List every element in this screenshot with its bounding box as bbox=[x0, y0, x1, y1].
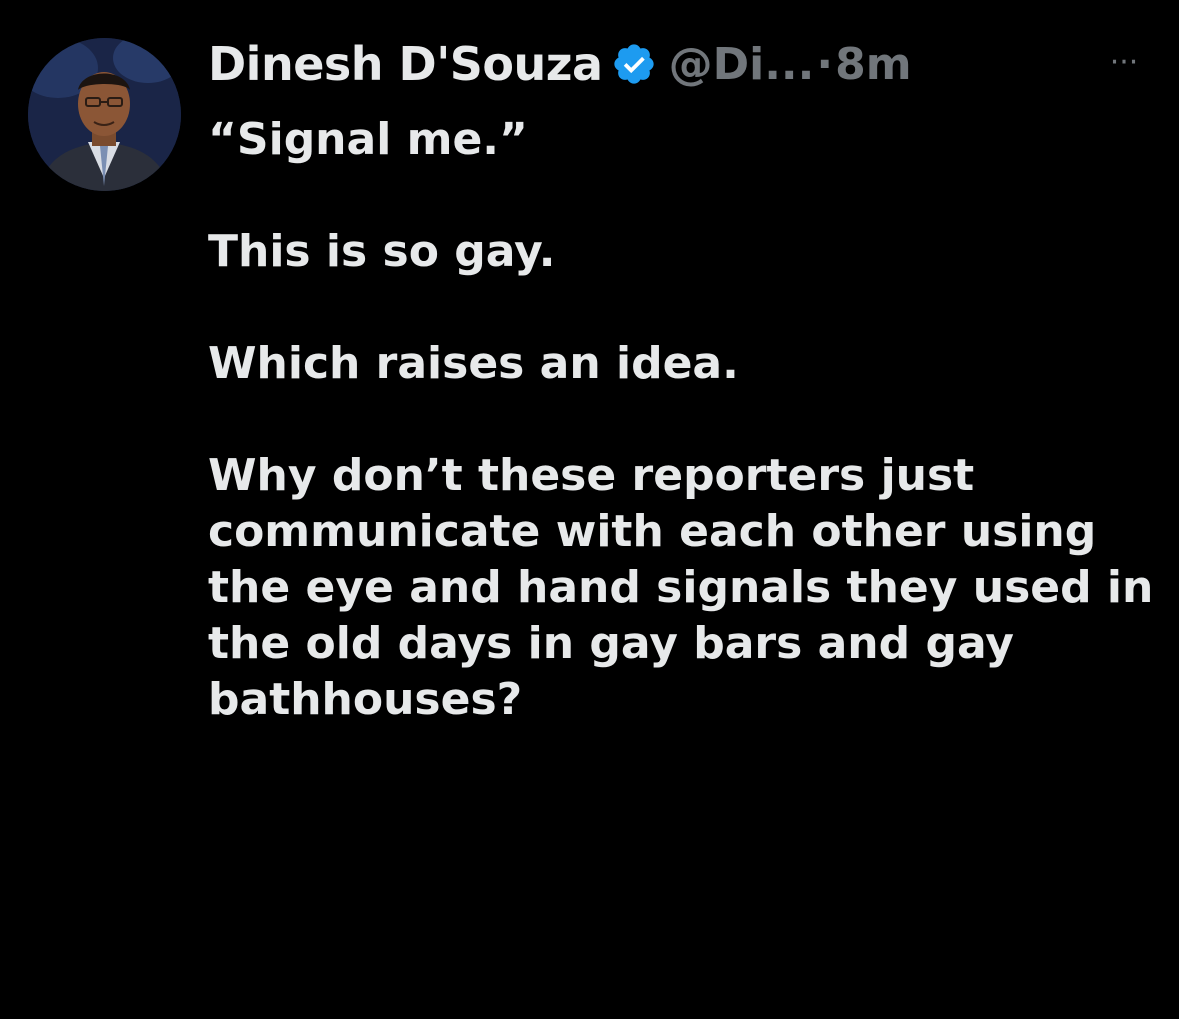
tweet-text: “Signal me.” This is so gay. Which raise… bbox=[208, 112, 1158, 728]
avatar-photo bbox=[28, 38, 181, 191]
author-handle[interactable]: @Di... bbox=[669, 39, 815, 90]
verified-badge-icon[interactable] bbox=[611, 41, 657, 87]
tweet-paragraph: “Signal me.” bbox=[208, 114, 528, 165]
tweet-paragraph: Why don’t these reporters just communica… bbox=[208, 450, 1154, 725]
author-name[interactable]: Dinesh D'Souza bbox=[208, 37, 603, 91]
tweet: Dinesh D'Souza @Di... · 8m ··· “Signal m… bbox=[0, 0, 1179, 1019]
avatar[interactable] bbox=[28, 38, 181, 191]
tweet-header: Dinesh D'Souza @Di... · 8m bbox=[208, 32, 912, 96]
more-options-icon[interactable]: ··· bbox=[1102, 48, 1146, 78]
dot-separator: · bbox=[816, 38, 834, 90]
tweet-paragraph: This is so gay. bbox=[208, 226, 556, 277]
timestamp[interactable]: 8m bbox=[835, 39, 911, 90]
tweet-paragraph: Which raises an idea. bbox=[208, 338, 739, 389]
